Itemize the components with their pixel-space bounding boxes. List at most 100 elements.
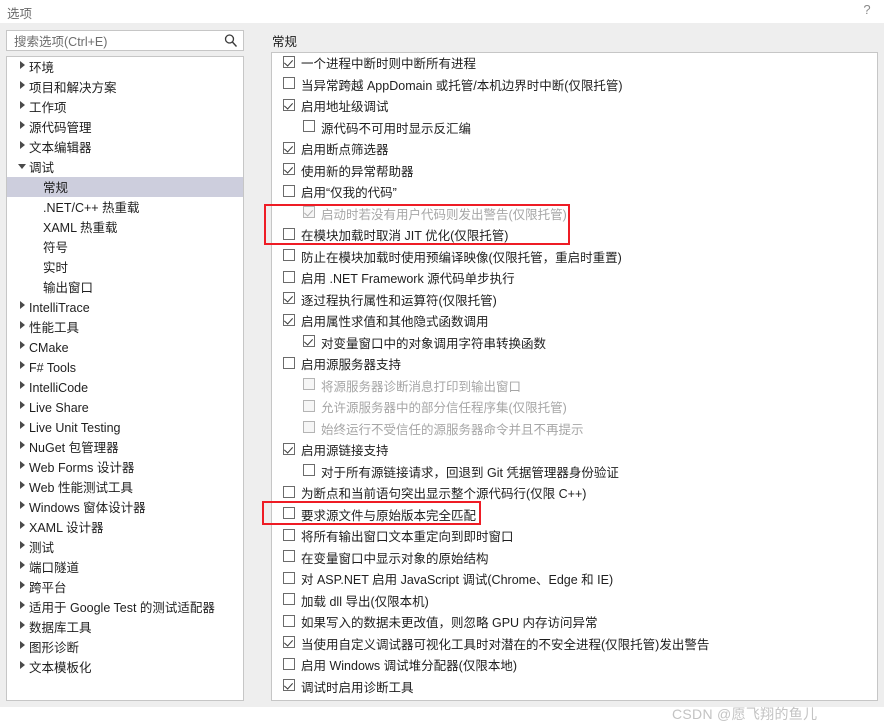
- chevron-right-icon[interactable]: [15, 297, 29, 317]
- sidebar-item-24[interactable]: 测试: [7, 537, 243, 557]
- chevron-right-icon[interactable]: [15, 617, 29, 637]
- checkbox-icon[interactable]: [283, 614, 295, 627]
- checkbox-icon[interactable]: [283, 77, 295, 89]
- option-row[interactable]: 对 ASP.NET 启用 JavaScript 调试(Chrome、Edge 和…: [272, 569, 877, 591]
- checkbox-icon[interactable]: [283, 292, 295, 304]
- sidebar-item-29[interactable]: 图形诊断: [7, 637, 243, 657]
- checkbox-icon[interactable]: [283, 249, 295, 261]
- chevron-right-icon[interactable]: [15, 77, 29, 97]
- checkbox-icon[interactable]: [283, 571, 295, 584]
- sidebar-item-2[interactable]: 工作项: [7, 97, 243, 117]
- sidebar-item-19[interactable]: NuGet 包管理器: [7, 437, 243, 457]
- option-row[interactable]: 启用地址级调试: [272, 96, 877, 118]
- option-row[interactable]: 为断点和当前语句突出显示整个源代码行(仅限 C++): [272, 483, 877, 505]
- chevron-right-icon[interactable]: [15, 477, 29, 497]
- option-row[interactable]: 逐过程执行属性和运算符(仅限托管): [272, 290, 877, 312]
- checkbox-icon[interactable]: [283, 141, 295, 154]
- checkbox-icon[interactable]: [283, 701, 295, 702]
- option-row[interactable]: 在变量窗口中显示对象的原始结构: [272, 548, 877, 570]
- option-row[interactable]: 启用断点筛选器: [272, 139, 877, 161]
- chevron-right-icon[interactable]: [15, 497, 29, 517]
- sidebar-item-22[interactable]: Windows 窗体设计器: [7, 497, 243, 517]
- sidebar-item-7[interactable]: .NET/C++ 热重载: [7, 197, 243, 217]
- sidebar-item-17[interactable]: Live Share: [7, 397, 243, 417]
- option-row[interactable]: 启用 Windows 调试堆分配器(仅限本地): [272, 655, 877, 677]
- checkbox-icon[interactable]: [283, 593, 295, 605]
- checkbox-icon[interactable]: [303, 120, 315, 132]
- sidebar-item-6[interactable]: 常规: [7, 177, 243, 197]
- option-row[interactable]: 当异常跨越 AppDomain 或托管/本机边界时中断(仅限托管): [272, 75, 877, 97]
- checkbox-icon[interactable]: [303, 464, 315, 476]
- chevron-right-icon[interactable]: [15, 357, 29, 377]
- chevron-right-icon[interactable]: [15, 117, 29, 137]
- checkbox-icon[interactable]: [303, 335, 315, 347]
- sidebar-item-30[interactable]: 文本模板化: [7, 657, 243, 677]
- sidebar-item-0[interactable]: 环境: [7, 57, 243, 77]
- chevron-right-icon[interactable]: [15, 417, 29, 437]
- checkbox-icon[interactable]: [283, 184, 295, 197]
- chevron-right-icon[interactable]: [15, 137, 29, 157]
- sidebar-item-26[interactable]: 跨平台: [7, 577, 243, 597]
- checkbox-icon[interactable]: [283, 55, 295, 68]
- chevron-right-icon[interactable]: [15, 557, 29, 577]
- checkbox-icon[interactable]: [283, 227, 295, 240]
- chevron-right-icon[interactable]: [15, 397, 29, 417]
- sidebar-item-3[interactable]: 源代码管理: [7, 117, 243, 137]
- sidebar-item-15[interactable]: F# Tools: [7, 357, 243, 377]
- sidebar-item-23[interactable]: XAML 设计器: [7, 517, 243, 537]
- checkbox-icon[interactable]: [283, 442, 295, 455]
- sidebar-item-5[interactable]: 调试: [7, 157, 243, 177]
- chevron-right-icon[interactable]: [15, 657, 29, 677]
- checkbox-icon[interactable]: [283, 507, 295, 519]
- option-row[interactable]: 启用属性求值和其他隐式函数调用: [272, 311, 877, 333]
- help-icon[interactable]: ?: [859, 2, 875, 18]
- sidebar-item-16[interactable]: IntelliCode: [7, 377, 243, 397]
- sidebar-item-13[interactable]: 性能工具: [7, 317, 243, 337]
- option-row[interactable]: 调试时启用诊断工具: [272, 677, 877, 699]
- checkbox-icon[interactable]: [283, 679, 295, 691]
- option-row[interactable]: 使用新的异常帮助器: [272, 161, 877, 183]
- option-row[interactable]: 当使用自定义调试器可视化工具时对潜在的不安全进程(仅限托管)发出警告: [272, 634, 877, 656]
- sidebar-item-11[interactable]: 输出窗口: [7, 277, 243, 297]
- chevron-right-icon[interactable]: [15, 597, 29, 617]
- chevron-right-icon[interactable]: [15, 377, 29, 397]
- sidebar-item-9[interactable]: 符号: [7, 237, 243, 257]
- options-list[interactable]: 一个进程中断时则中断所有进程 当异常跨越 AppDomain 或托管/本机边界时中…: [271, 52, 878, 701]
- sidebar-item-14[interactable]: CMake: [7, 337, 243, 357]
- sidebar-item-25[interactable]: 端口隧道: [7, 557, 243, 577]
- sidebar-item-27[interactable]: 适用于 Google Test 的测试适配器: [7, 597, 243, 617]
- option-row[interactable]: 启用源服务器支持: [272, 354, 877, 376]
- sidebar-item-20[interactable]: Web Forms 设计器: [7, 457, 243, 477]
- checkbox-icon[interactable]: [283, 485, 295, 498]
- chevron-right-icon[interactable]: [15, 437, 29, 457]
- option-row[interactable]: 在调试过程中显示运行时间 PerfTips: [272, 698, 877, 702]
- sidebar-item-1[interactable]: 项目和解决方案: [7, 77, 243, 97]
- chevron-right-icon[interactable]: [15, 317, 29, 337]
- search-box[interactable]: [6, 30, 244, 52]
- sidebar-item-28[interactable]: 数据库工具: [7, 617, 243, 637]
- sidebar-item-18[interactable]: Live Unit Testing: [7, 417, 243, 437]
- option-row[interactable]: 将所有输出窗口文本重定向到即时窗口: [272, 526, 877, 548]
- options-category-tree[interactable]: 环境 项目和解决方案 工作项 源代码管理 文本编辑器 调试 常规 .NET/C++ 热重载 XA…: [6, 56, 244, 701]
- chevron-right-icon[interactable]: [15, 577, 29, 597]
- option-row[interactable]: 防止在模块加载时使用预编译映像(仅限托管，重启时重置): [272, 247, 877, 269]
- chevron-right-icon[interactable]: [15, 97, 29, 117]
- checkbox-icon[interactable]: [283, 98, 295, 111]
- chevron-right-icon[interactable]: [15, 57, 29, 77]
- option-row[interactable]: 加载 dll 导出(仅限本机): [272, 591, 877, 613]
- option-row[interactable]: 如果写入的数据未更改值，则忽略 GPU 内存访问异常: [272, 612, 877, 634]
- checkbox-icon[interactable]: [283, 270, 295, 283]
- option-row[interactable]: 源代码不可用时显示反汇编: [272, 118, 877, 140]
- chevron-down-icon[interactable]: [15, 157, 29, 177]
- option-row[interactable]: 一个进程中断时则中断所有进程: [272, 53, 877, 75]
- option-row[interactable]: 对于所有源链接请求，回退到 Git 凭据管理器身份验证: [272, 462, 877, 484]
- sidebar-item-8[interactable]: XAML 热重载: [7, 217, 243, 237]
- option-row[interactable]: 启用源链接支持: [272, 440, 877, 462]
- search-icon[interactable]: [223, 33, 239, 49]
- checkbox-icon[interactable]: [283, 550, 295, 562]
- chevron-right-icon[interactable]: [15, 637, 29, 657]
- checkbox-icon[interactable]: [283, 657, 295, 670]
- checkbox-icon[interactable]: [283, 528, 295, 541]
- chevron-right-icon[interactable]: [15, 457, 29, 477]
- sidebar-item-10[interactable]: 实时: [7, 257, 243, 277]
